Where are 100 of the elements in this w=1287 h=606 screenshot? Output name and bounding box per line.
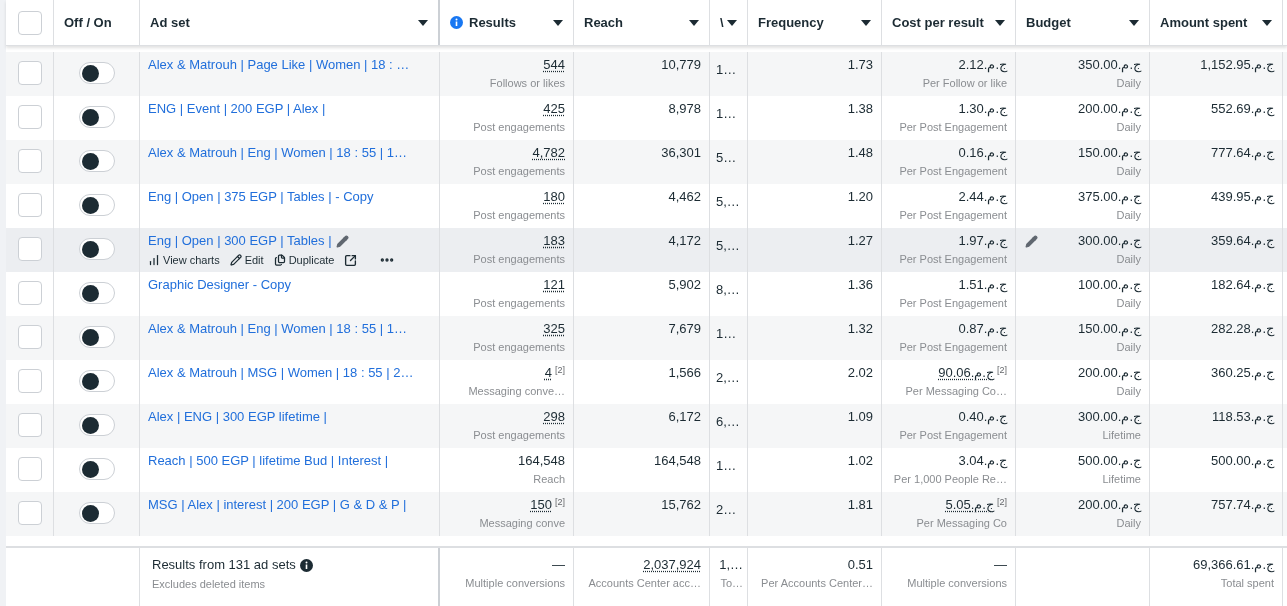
summary-label: Per Accounts Center… (760, 576, 873, 591)
frequency-value: 1.38 (847, 100, 873, 118)
checkbox[interactable] (17, 369, 42, 393)
budget-value: ج.م.100.00 (1078, 276, 1141, 294)
cost-type: Per Messaging Co (915, 516, 1007, 531)
column-header[interactable]: Off / On (54, 0, 140, 45)
column-header[interactable]: Amount spent (1150, 0, 1283, 45)
row-action-button[interactable]: View charts (148, 252, 220, 268)
checkbox[interactable] (17, 325, 42, 349)
table-cell: 1… (716, 62, 737, 77)
checkbox[interactable] (17, 149, 42, 173)
table-cell: 5… (716, 150, 737, 165)
toggle-switch[interactable] (78, 458, 115, 480)
table-cell: 2,… (716, 370, 740, 385)
column-header[interactable]: Frequency (748, 0, 882, 45)
toggle-switch[interactable] (78, 194, 115, 216)
amount-value: ج.م.118.53 (1211, 408, 1274, 426)
reach-value: 36,301 (661, 144, 701, 162)
ad-set-link[interactable]: Alex & Matrouh | Page Like | Women | 18 : … (148, 56, 410, 74)
checkbox[interactable] (17, 413, 42, 437)
checkbox[interactable] (17, 237, 42, 261)
share-icon[interactable] (344, 253, 358, 267)
result-type: Follows or likes (488, 76, 565, 91)
frequency-value: 1.02 (847, 452, 873, 470)
ad-set-link[interactable]: Reach | 500 EGP | lifetime Bud | Interest | (148, 452, 389, 470)
budget-type: Daily (1115, 252, 1141, 267)
frequency-value: 1.09 (847, 408, 873, 426)
summary-value: — (994, 556, 1007, 574)
ad-set-link[interactable]: Alex & Matrouh | Eng | Women | 18 : 55 | 1… (148, 320, 407, 338)
amount-value: ج.م.552.69 (1211, 100, 1274, 118)
caret-icon (1262, 19, 1272, 26)
cost-type: Per Messaging Co… (904, 384, 1007, 399)
toggle-switch[interactable] (78, 414, 115, 436)
summary-value: 1,… (719, 556, 743, 574)
reach-value: 10,779 (661, 56, 701, 74)
result-value: 164,548 (518, 452, 565, 470)
info-icon[interactable] (299, 558, 313, 572)
pencil-icon[interactable] (1025, 235, 1038, 248)
result-type: Post engagements (472, 208, 565, 223)
ad-set-link[interactable]: Alex | ENG | 300 EGP lifetime | (148, 408, 327, 426)
budget-value: ج.م.300.00 (1078, 408, 1141, 426)
ad-set-link[interactable]: Alex & Matrouh | Eng | Women | 18 : 55 | 1… (148, 144, 407, 162)
cost-type: Per Post Engagement (898, 296, 1007, 311)
reach-value: 164,548 (654, 452, 701, 470)
caret-icon (1129, 19, 1139, 26)
budget-value: ج.م.300.00 (1078, 232, 1141, 250)
result-value: 425 (543, 100, 565, 118)
result-value: 4 (544, 364, 552, 382)
frequency-value: 1.20 (847, 188, 873, 206)
column-header[interactable]: Cost per result (882, 0, 1016, 45)
checkbox[interactable] (17, 193, 42, 217)
column-header[interactable]: \ (710, 0, 748, 45)
caret-icon (689, 19, 699, 26)
table-cell: 2… (716, 502, 737, 517)
checkbox[interactable] (17, 457, 42, 481)
budget-value: ج.م.500.00 (1078, 452, 1141, 470)
frequency-value: 1.27 (847, 232, 873, 250)
toggle-switch[interactable] (78, 282, 115, 304)
checkbox[interactable] (17, 61, 42, 85)
frequency-value: 1.73 (847, 56, 873, 74)
column-header[interactable]: Results (440, 0, 574, 45)
toggle-switch[interactable] (78, 326, 115, 348)
ad-set-link[interactable]: Graphic Designer - Copy (148, 276, 292, 294)
cost-type: Per Post Engagement (898, 164, 1007, 179)
toggle-switch[interactable] (78, 62, 115, 84)
ad-set-link[interactable]: Eng | Open | 375 EGP | Tables | - Copy (148, 188, 374, 206)
reach-value: 4,462 (668, 188, 701, 206)
result-value: 183 (543, 232, 565, 250)
pencil-icon[interactable] (335, 234, 349, 248)
cost-type: Per 1,000 People Re… (892, 472, 1007, 487)
ad-set-link[interactable]: ENG | Event | 200 EGP | Alex | (148, 100, 326, 118)
budget-type: Daily (1115, 516, 1141, 531)
column-header[interactable]: Budget (1016, 0, 1150, 45)
caret-icon (727, 19, 737, 26)
row-action-button[interactable]: Duplicate (273, 252, 335, 268)
amount-value: ج.م.500.00 (1211, 452, 1274, 470)
checkbox[interactable] (17, 105, 42, 129)
footnote-mark: [2] (555, 496, 565, 508)
toggle-switch[interactable] (78, 238, 115, 260)
budget-type: Daily (1115, 384, 1141, 399)
toggle-switch[interactable] (78, 502, 115, 524)
result-value: 121 (543, 276, 565, 294)
summary-label: Total spent (1219, 576, 1274, 591)
checkbox[interactable] (17, 281, 42, 305)
cost-type: Per Post Engagement (898, 340, 1007, 355)
checkbox[interactable] (17, 10, 42, 35)
budget-type: Daily (1115, 296, 1141, 311)
reach-value: 7,679 (668, 320, 701, 338)
toggle-switch[interactable] (78, 150, 115, 172)
cost-value: ج.م.0.16 (958, 144, 1007, 162)
ad-set-link[interactable]: MSG | Alex | interest | 200 EGP | G & D & P | (148, 496, 407, 514)
result-type: Messaging conve… (467, 384, 565, 399)
ad-set-link[interactable]: Alex & Matrouh | MSG | Women | 18 : 55 | 2… (148, 364, 414, 382)
checkbox[interactable] (17, 501, 42, 525)
toggle-switch[interactable] (78, 370, 115, 392)
ad-set-link[interactable]: Eng | Open | 300 EGP | Tables | (148, 232, 332, 250)
column-header[interactable]: Reach (574, 0, 710, 45)
row-action-button[interactable]: Edit (229, 252, 264, 268)
toggle-switch[interactable] (78, 106, 115, 128)
budget-type: Lifetime (1101, 472, 1141, 487)
